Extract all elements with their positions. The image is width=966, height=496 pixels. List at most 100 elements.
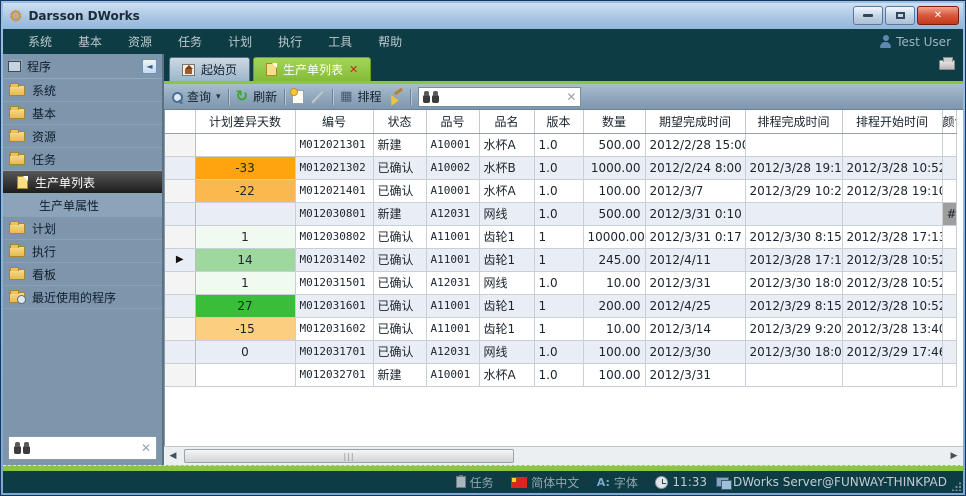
- cell-start: [842, 363, 942, 386]
- row-marker: [165, 294, 195, 317]
- sidebar-item-label: 任务: [32, 151, 56, 168]
- sidebar-item-plan[interactable]: 计划: [3, 217, 162, 240]
- server-icon: [716, 477, 729, 487]
- cell-status: 已确认: [373, 294, 426, 317]
- sidebar-search-input[interactable]: [35, 439, 136, 457]
- scroll-track[interactable]: |||: [182, 447, 945, 465]
- cell-end: 2012/3/29 10:20: [745, 179, 842, 202]
- sidebar-item-label: 生产单属性: [39, 197, 99, 214]
- column-header-schedule-finish-time[interactable]: 排程完成时间: [745, 110, 842, 133]
- menu-item-basic[interactable]: 基本: [65, 33, 115, 50]
- cell-code: M012031501: [295, 271, 373, 294]
- cell-item: A11001: [426, 294, 479, 317]
- printer-icon[interactable]: [939, 60, 955, 70]
- menu-item-help[interactable]: 帮助: [365, 33, 415, 50]
- table-row[interactable]: 1M012030802已确认A11001齿轮1110000.002012/3/3…: [165, 225, 956, 248]
- menu-item-execute[interactable]: 执行: [265, 33, 315, 50]
- query-button[interactable]: 查询 ▾: [172, 88, 221, 105]
- sidebar-item-task[interactable]: 任务: [3, 148, 162, 171]
- sidebar-item-resource[interactable]: 资源: [3, 125, 162, 148]
- menu-item-system[interactable]: 系统: [15, 33, 65, 50]
- sidebar-title: 程序: [27, 58, 51, 75]
- schedule-button[interactable]: ▦ 排程: [340, 88, 381, 105]
- tab-home[interactable]: 起始页: [169, 57, 250, 81]
- resize-grip[interactable]: [952, 482, 961, 491]
- new-document-button[interactable]: [292, 90, 304, 104]
- scroll-thumb[interactable]: |||: [184, 449, 514, 463]
- close-button[interactable]: ✕: [917, 6, 959, 25]
- toolbar-clear-icon[interactable]: ✕: [566, 90, 576, 104]
- minimize-button[interactable]: [853, 6, 883, 25]
- column-header-version[interactable]: 版本: [534, 110, 583, 133]
- cell-status: 已确认: [373, 271, 426, 294]
- user-icon: [880, 35, 891, 48]
- column-header-item-no[interactable]: 品号: [426, 110, 479, 133]
- table-row[interactable]: M012021301新建A10001水杯A1.0500.002012/2/28 …: [165, 133, 956, 156]
- sidebar-item-label: 最近使用的程序: [32, 289, 116, 306]
- sidebar-item-production-order-list[interactable]: 生产单列表: [3, 171, 162, 194]
- table-row[interactable]: 0M012031701已确认A12031网线1.0100.002012/3/30…: [165, 340, 956, 363]
- sidebar-item-recent-programs[interactable]: 最近使用的程序: [3, 286, 162, 309]
- scroll-right-button[interactable]: ▶: [945, 447, 963, 465]
- column-header-order-no[interactable]: 编号: [295, 110, 373, 133]
- column-header-expected-finish-time[interactable]: 期望完成时间: [645, 110, 745, 133]
- table-row[interactable]: M012030801新建A12031网线1.0500.002012/3/31 0…: [165, 202, 956, 225]
- clipboard-icon: [456, 476, 466, 488]
- cell-ver: 1: [534, 317, 583, 340]
- sidebar-item-basic[interactable]: 基本: [3, 102, 162, 125]
- cell-name: 齿轮1: [479, 225, 534, 248]
- column-header-item-name[interactable]: 品名: [479, 110, 534, 133]
- cell-name: 水杯A: [479, 363, 534, 386]
- menu-item-plan[interactable]: 计划: [215, 33, 265, 50]
- table-row[interactable]: -15M012031602已确认A11001齿轮1110.002012/3/14…: [165, 317, 956, 340]
- folder-clock-icon: [9, 292, 25, 303]
- table-row[interactable]: -33M012021302已确认A10002水杯B1.01000.002012/…: [165, 156, 956, 179]
- query-dropdown-caret[interactable]: ▾: [216, 92, 221, 102]
- status-bar: 任务 ▾ 简体中文 ▾ A: 字体 ▾ 11:33 DWorks Server@…: [3, 471, 963, 493]
- language-menu[interactable]: 简体中文 ▾: [511, 474, 588, 491]
- broom-clear-button[interactable]: [388, 90, 403, 104]
- cell-extra: [942, 248, 956, 271]
- refresh-button[interactable]: ↻ 刷新: [236, 88, 278, 105]
- table-row[interactable]: 1M012031501已确认A12031网线1.010.002012/3/312…: [165, 271, 956, 294]
- cell-name: 齿轮1: [479, 248, 534, 271]
- cell-extra: [942, 294, 956, 317]
- column-header-row-marker[interactable]: [165, 110, 195, 133]
- edit-button[interactable]: [311, 90, 325, 104]
- cell-item: A10001: [426, 363, 479, 386]
- font-menu[interactable]: A: 字体 ▾: [597, 474, 647, 491]
- scroll-left-button[interactable]: ◀: [164, 447, 182, 465]
- folder-icon: [9, 131, 25, 142]
- tab-production-order-list[interactable]: 生产单列表✕: [253, 57, 371, 81]
- task-menu[interactable]: 任务 ▾: [456, 474, 503, 491]
- row-marker: [165, 133, 195, 156]
- menu-item-tools[interactable]: 工具: [315, 33, 365, 50]
- cell-status: 新建: [373, 363, 426, 386]
- table-row[interactable]: -22M012021401已确认A10001水杯A1.0100.002012/3…: [165, 179, 956, 202]
- maximize-button[interactable]: [885, 6, 915, 25]
- sidebar-item-system[interactable]: 系统: [3, 79, 162, 102]
- column-header-status[interactable]: 状态: [373, 110, 426, 133]
- table-row[interactable]: 27M012031601已确认A11001齿轮11200.002012/4/25…: [165, 294, 956, 317]
- document-icon: [266, 63, 277, 76]
- sidebar-item-kanban[interactable]: 看板: [3, 263, 162, 286]
- toolbar-search-input[interactable]: [444, 90, 561, 104]
- collapse-sidebar-button[interactable]: ◄: [142, 59, 157, 74]
- table-row[interactable]: M012032701新建A10001水杯A1.0100.002012/3/31: [165, 363, 956, 386]
- sidebar-item-execute[interactable]: 执行: [3, 240, 162, 263]
- column-header-plan-diff-days[interactable]: 计划差异天数: [195, 110, 295, 133]
- clear-search-icon[interactable]: ✕: [141, 441, 151, 455]
- document-icon: [17, 176, 28, 189]
- cell-extra: [942, 317, 956, 340]
- cell-ver: 1: [534, 248, 583, 271]
- font-label: 字体: [614, 474, 638, 491]
- menu-item-resource[interactable]: 资源: [115, 33, 165, 50]
- column-header-quantity[interactable]: 数量: [583, 110, 645, 133]
- close-tab-icon[interactable]: ✕: [349, 63, 358, 76]
- cell-end: [745, 133, 842, 156]
- column-header-color[interactable]: 颜色: [942, 110, 956, 133]
- sidebar-item-production-order-properties[interactable]: 生产单属性: [3, 194, 162, 217]
- column-header-schedule-start-time[interactable]: 排程开始时间: [842, 110, 942, 133]
- menu-item-task[interactable]: 任务: [165, 33, 215, 50]
- table-row[interactable]: ▶14M012031402已确认A11001齿轮11245.002012/4/1…: [165, 248, 956, 271]
